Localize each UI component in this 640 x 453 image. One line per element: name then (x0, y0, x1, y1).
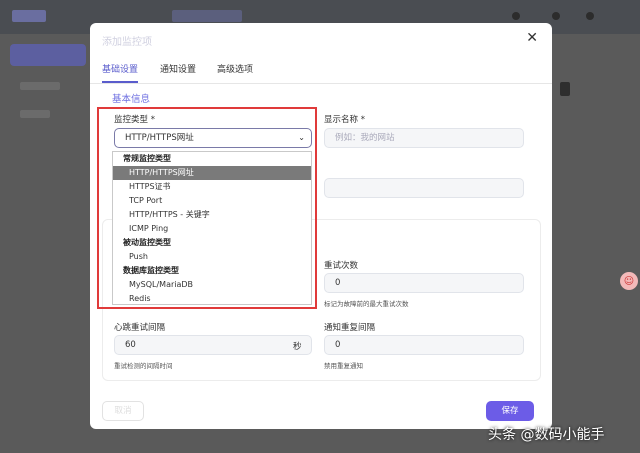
notify-interval-input[interactable]: 0 (324, 335, 524, 355)
dialog-tabs: 基础设置 通知设置 高级选项 (90, 59, 552, 84)
watermark-text: 头条 @数码小能手 (488, 427, 605, 443)
retries-label: 重试次数 (324, 261, 359, 271)
app-add-monitor-button (10, 44, 86, 66)
tab-basic-settings[interactable]: 基础设置 (102, 62, 139, 83)
seconds-unit: 秒 (293, 342, 302, 352)
app-topbar-icon (552, 12, 560, 20)
app-logo (12, 10, 46, 22)
app-sidebar-row (20, 82, 60, 90)
url-input[interactable] (324, 178, 524, 198)
section-title-basic-info: 基本信息 (112, 94, 151, 105)
heartbeat-retry-label: 心跳重试间隔 (114, 323, 166, 333)
app-sidebar-row (20, 110, 50, 118)
app-user-avatar (586, 12, 594, 20)
tab-notification-settings[interactable]: 通知设置 (160, 62, 196, 81)
retries-input[interactable]: 0 (324, 273, 524, 293)
display-name-input[interactable]: 例如：我的网站 (324, 128, 524, 148)
dialog-title: 添加监控项 (102, 37, 152, 48)
heartbeat-retry-input[interactable]: 60 (114, 335, 312, 355)
side-helper-icon[interactable]: ☺ (620, 272, 638, 290)
display-name-label: 显示名称 * (324, 115, 365, 125)
app-topbar-icon (512, 12, 520, 20)
notify-interval-hint: 禁用重复通知 (324, 362, 363, 370)
app-nav-tab (172, 10, 242, 22)
highlight-frame (97, 107, 317, 309)
notify-interval-label: 通知重复间隔 (324, 323, 376, 333)
cancel-button[interactable]: 取消 (102, 401, 144, 421)
heartbeat-retry-hint: 重试检测的间隔时间 (114, 362, 173, 370)
retries-hint: 标记为故障前的最大重试次数 (324, 300, 409, 308)
save-button[interactable]: 保存 (486, 401, 534, 421)
close-icon[interactable]: ✕ (526, 31, 538, 45)
app-stat-number (560, 82, 570, 96)
tab-advanced-options[interactable]: 高级选项 (217, 62, 253, 81)
